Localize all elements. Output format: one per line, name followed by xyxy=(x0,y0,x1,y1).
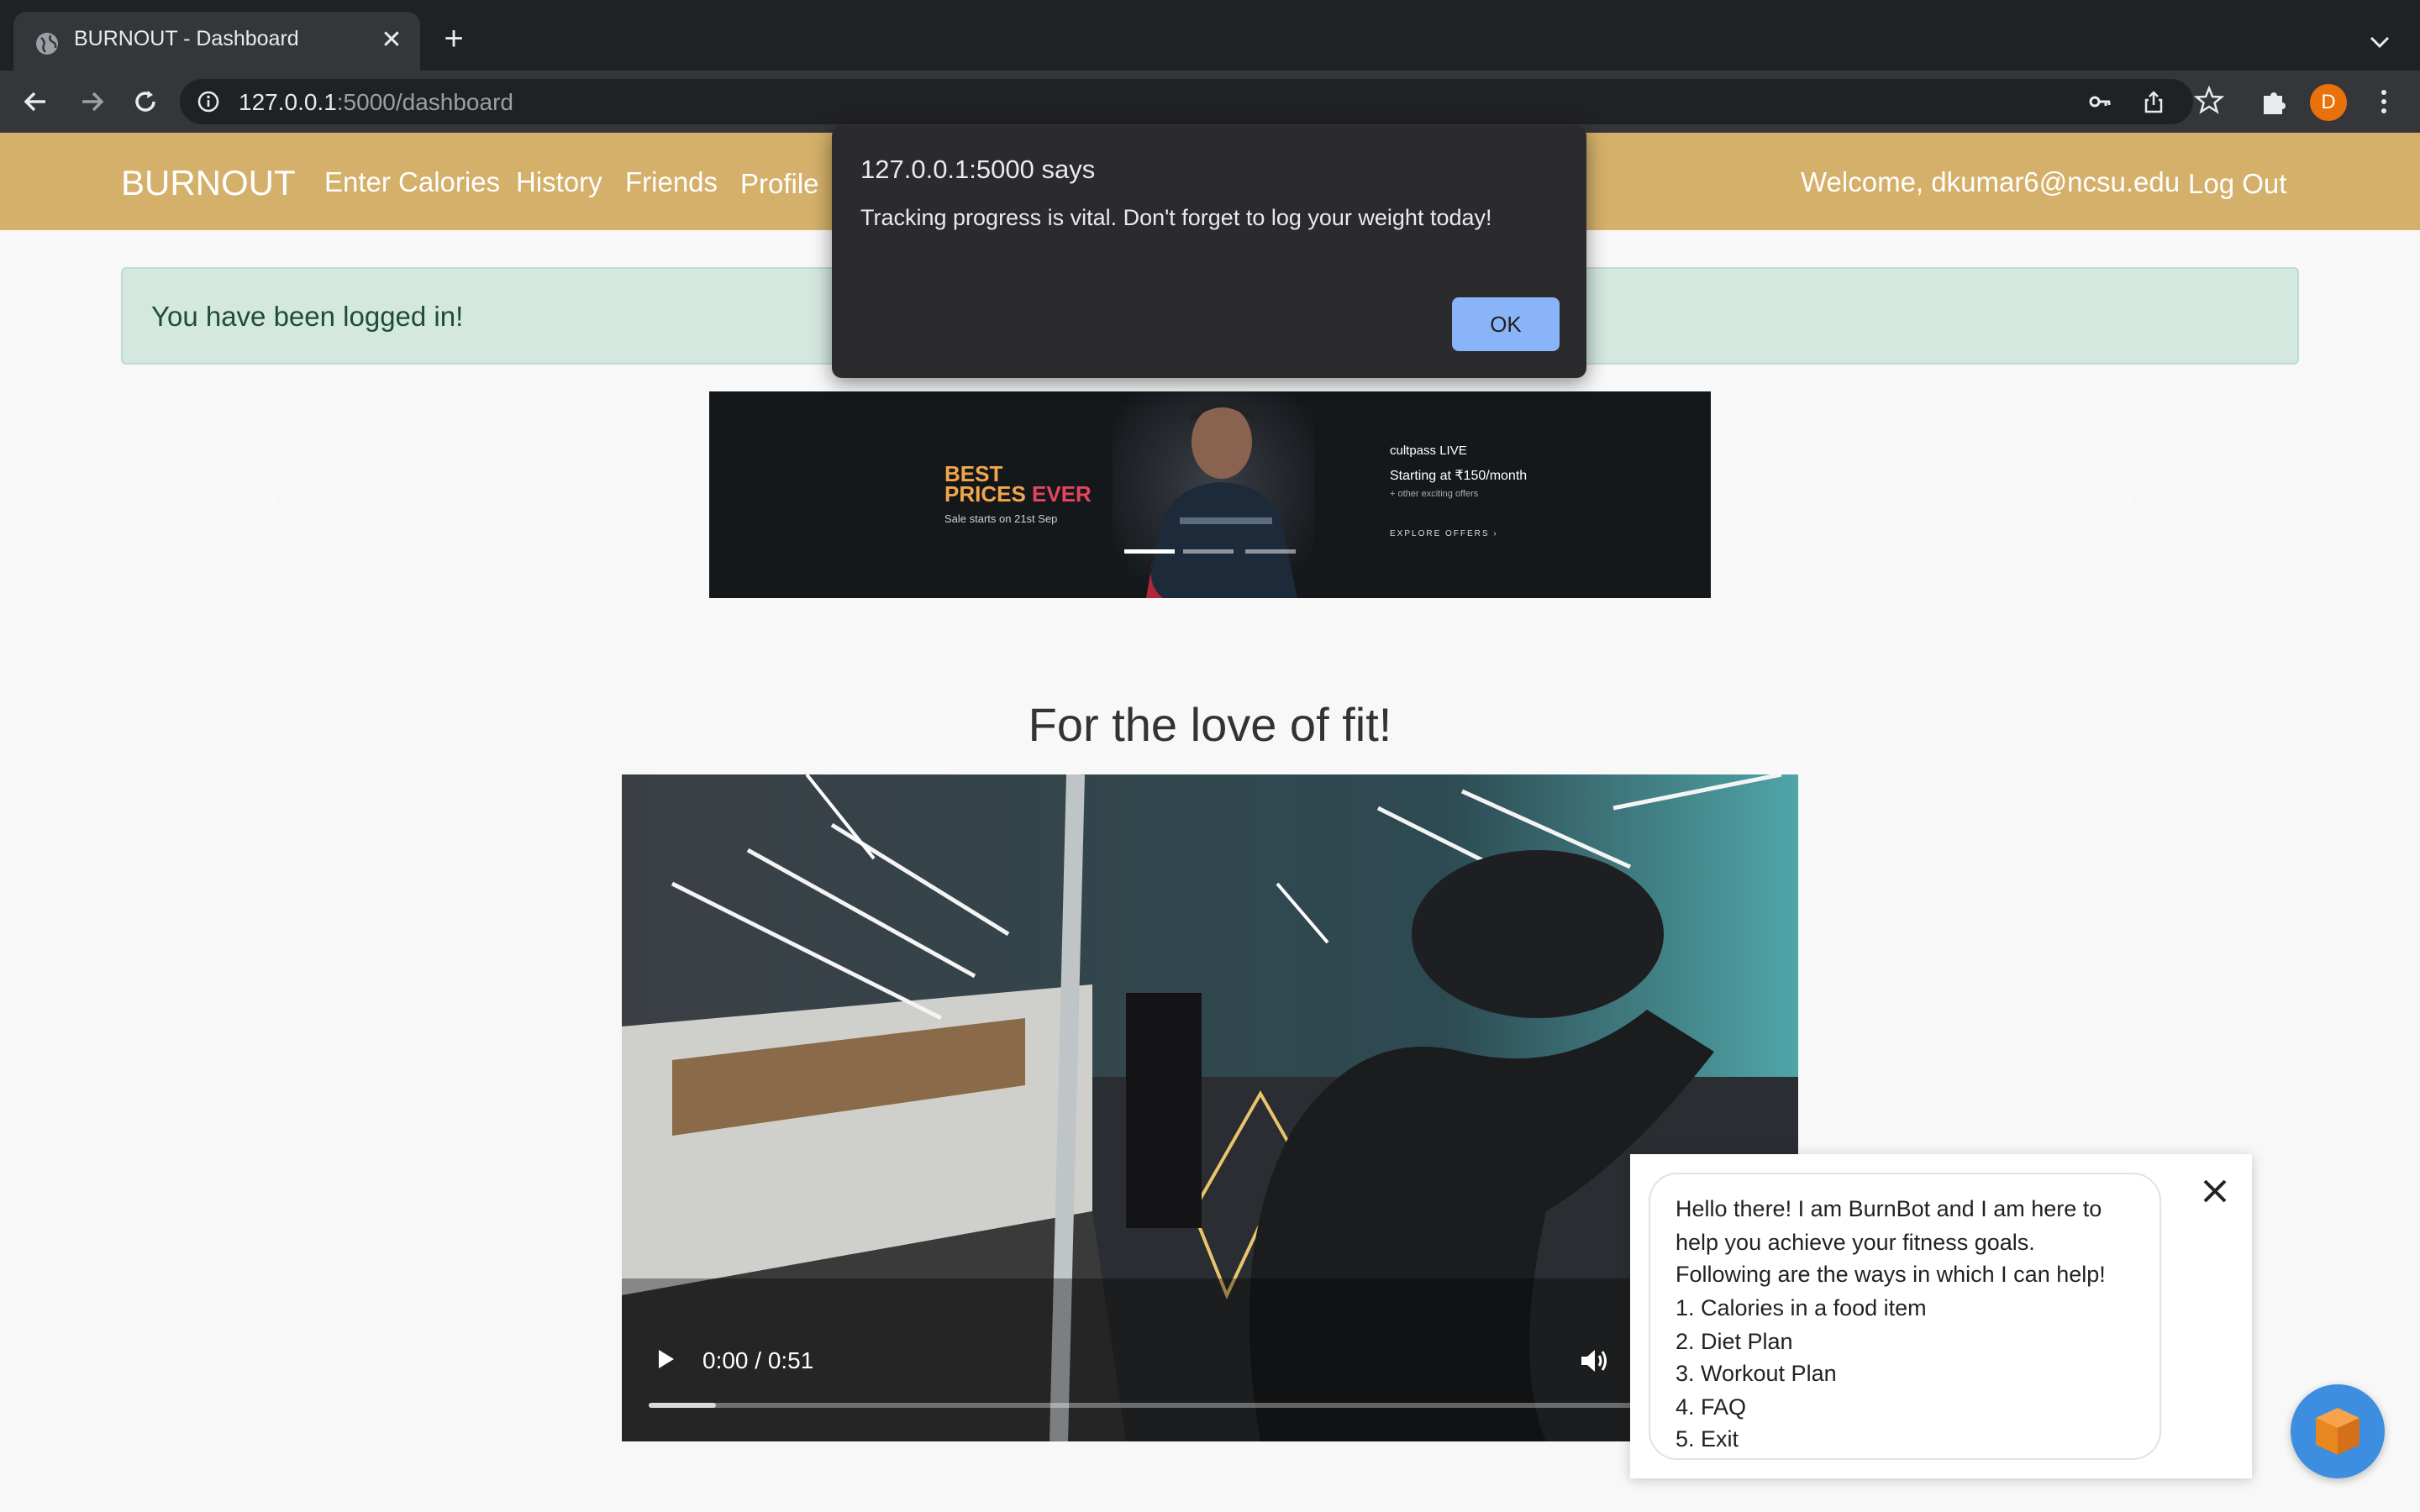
video-time: 0:00 / 0:51 xyxy=(702,1347,814,1373)
chatbot-message-bubble: Hello there! I am BurnBot and I am here … xyxy=(1649,1173,2161,1460)
chat-line: Following are the ways in which I can he… xyxy=(1676,1262,2106,1287)
browser-tab-strip: BURNOUT - Dashboard ✕ + xyxy=(0,0,2420,71)
browser-toolbar: 127.0.0.1:5000/dashboard D xyxy=(0,71,2420,133)
promo-price-line: Starting at ₹150/month xyxy=(1390,469,1528,483)
new-tab-plus-icon[interactable]: + xyxy=(435,22,472,59)
carousel-next-arrow[interactable]: › xyxy=(2118,467,2151,521)
forward-arrow-icon[interactable] xyxy=(72,82,111,121)
extensions-puzzle-icon[interactable] xyxy=(2259,86,2291,118)
address-bar[interactable]: 127.0.0.1:5000/dashboard xyxy=(180,79,2193,124)
nav-history[interactable]: History xyxy=(516,166,602,198)
password-key-icon[interactable] xyxy=(2087,89,2112,114)
back-arrow-icon[interactable] xyxy=(17,82,55,121)
carousel-indicator-1[interactable] xyxy=(1124,549,1175,554)
video-progress-bar[interactable] xyxy=(649,1403,1771,1408)
promo-banner-image xyxy=(709,391,1711,598)
more-menu-icon[interactable] xyxy=(2368,86,2400,118)
chat-option-faq[interactable]: 4. FAQ xyxy=(1676,1394,1746,1420)
welcome-text: Welcome, dkumar6@ncsu.edu xyxy=(1801,166,2181,197)
page-headline: For the love of fit! xyxy=(1028,698,1392,751)
alert-message: You have been logged in! xyxy=(151,301,464,332)
nav-friends[interactable]: Friends xyxy=(625,166,718,198)
chat-close-icon[interactable] xyxy=(2196,1173,2233,1210)
promo-offers-line: + other exciting offers xyxy=(1390,489,1479,499)
alert-dialog: 127.0.0.1:5000 says Tracking progress is… xyxy=(832,126,1586,378)
chat-option-exit[interactable]: 5. Exit xyxy=(1676,1426,1739,1452)
chatbot-panel: Hello there! I am BurnBot and I am here … xyxy=(1630,1154,2252,1478)
video-controls: 0:00 / 0:51 xyxy=(622,774,1798,1441)
chat-line: Hello there! I am BurnBot and I am here … xyxy=(1676,1196,2102,1221)
site-info-icon[interactable] xyxy=(197,90,220,113)
promo-carousel[interactable]: BEST PRICES EVER Sale starts on 21st Sep… xyxy=(709,391,1711,598)
promo-cultpass: cultpass LIVE xyxy=(1390,444,1467,458)
promo-video[interactable]: 0:00 / 0:51 xyxy=(622,774,1798,1441)
carousel-prev-arrow[interactable]: ‹ xyxy=(267,467,301,521)
share-icon[interactable] xyxy=(2141,89,2166,114)
carousel-indicator-2[interactable] xyxy=(1183,549,1234,554)
brand-logo[interactable]: BURNOUT xyxy=(121,163,296,203)
video-buffered xyxy=(649,1403,716,1408)
nav-enter-calories[interactable]: Enter Calories xyxy=(324,166,500,198)
chatbot-launcher-button[interactable] xyxy=(2291,1384,2385,1478)
tab-title: BURNOUT - Dashboard xyxy=(74,27,299,50)
tab-close-icon[interactable]: ✕ xyxy=(376,25,407,55)
chat-line: help you achieve your fitness goals. xyxy=(1676,1230,2035,1255)
nav-profile[interactable]: Profile xyxy=(740,168,819,200)
promo-explore-link[interactable]: EXPLORE OFFERS › xyxy=(1390,529,1498,538)
chat-option-diet[interactable]: 2. Diet Plan xyxy=(1676,1329,1793,1355)
nav-logout[interactable]: Log Out xyxy=(2188,168,2286,200)
reload-icon[interactable] xyxy=(126,82,165,121)
profile-avatar[interactable]: D xyxy=(2310,84,2347,121)
bookmark-star-icon[interactable] xyxy=(2193,84,2225,116)
promo-prices-text: PRICES EVER xyxy=(944,481,1092,507)
chat-option-calories[interactable]: 1. Calories in a food item xyxy=(1676,1295,1927,1321)
play-icon[interactable] xyxy=(652,1346,679,1373)
globe-icon xyxy=(36,33,58,55)
carousel-indicator-3[interactable] xyxy=(1245,549,1296,554)
promo-sale-date: Sale starts on 21st Sep xyxy=(944,512,1058,525)
url-text[interactable]: 127.0.0.1:5000/dashboard xyxy=(239,89,513,116)
dialog-message: Tracking progress is vital. Don't forget… xyxy=(860,205,1492,230)
dialog-ok-button[interactable]: OK xyxy=(1452,297,1560,351)
volume-icon[interactable] xyxy=(1578,1346,1610,1376)
chatbot-cube-icon xyxy=(2316,1408,2360,1455)
dialog-title: 127.0.0.1:5000 says xyxy=(860,155,1096,184)
browser-tab[interactable]: BURNOUT - Dashboard ✕ xyxy=(13,12,420,71)
tab-search-chevron-icon[interactable] xyxy=(2363,25,2396,59)
chat-option-workout[interactable]: 3. Workout Plan xyxy=(1676,1361,1837,1387)
